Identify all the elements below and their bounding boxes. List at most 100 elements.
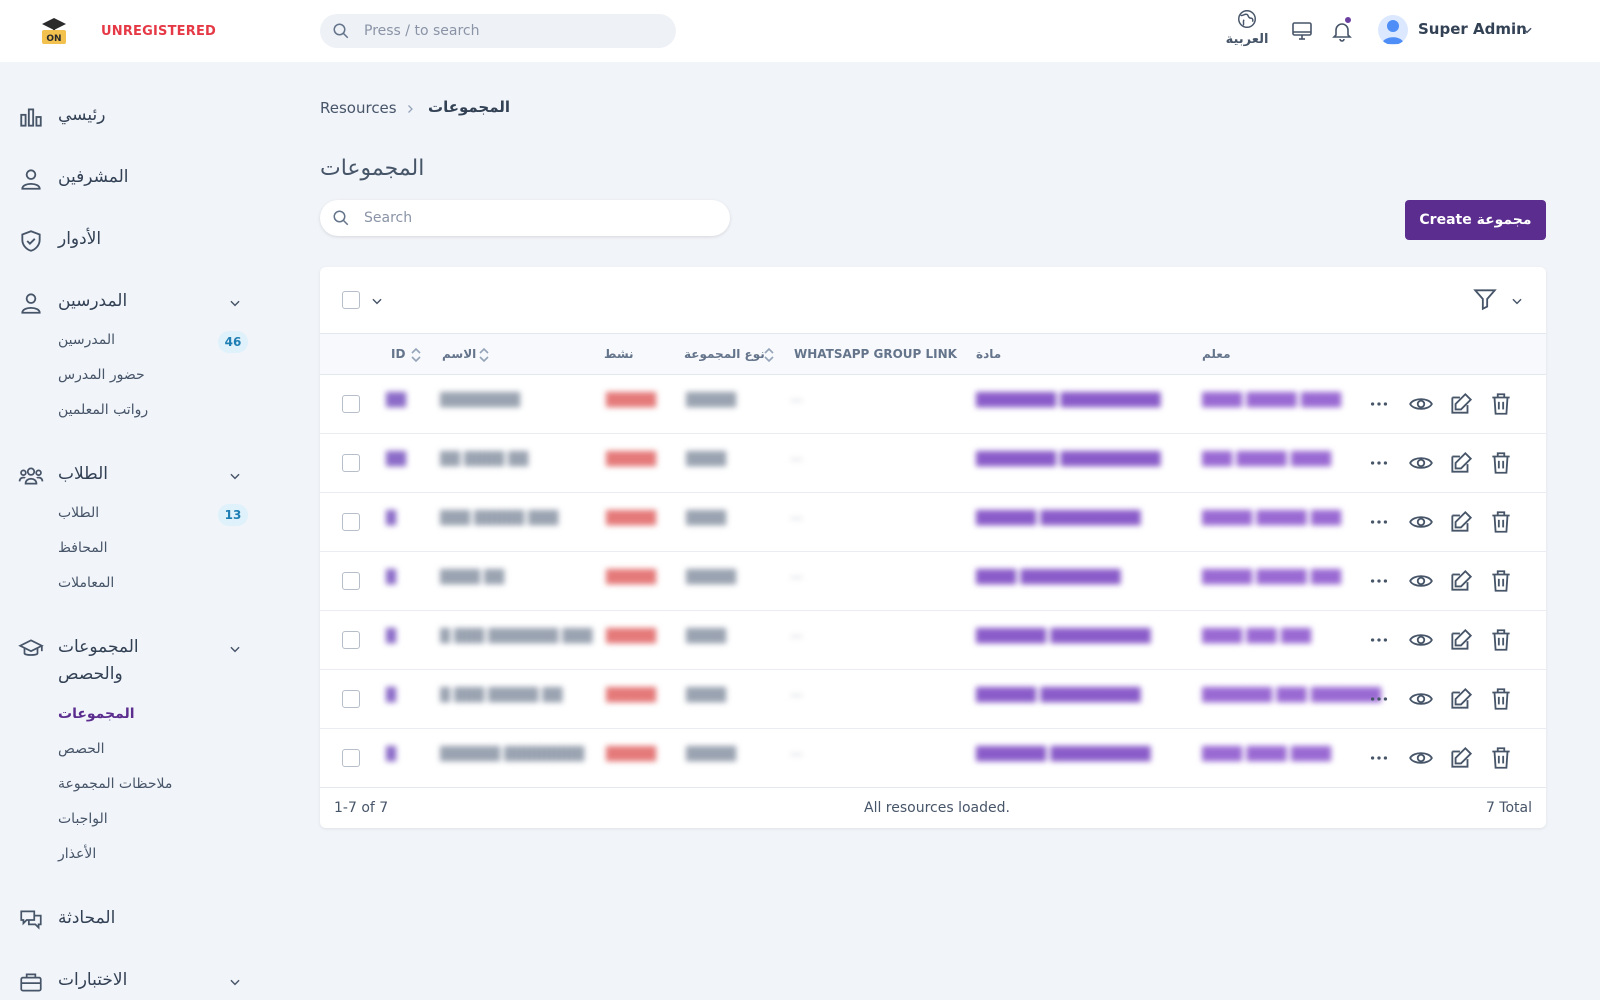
chevron-down-icon (230, 300, 240, 307)
table-row[interactable]: ██ ██ ████ ██ █████ ████ — ████████ █████████… (320, 434, 1546, 493)
sidebar-subitem-excuses[interactable]: الأعذار (58, 846, 96, 862)
edit-icon[interactable] (1448, 509, 1474, 539)
eye-icon[interactable] (1408, 391, 1434, 421)
users-group-icon (18, 467, 44, 485)
select-all-checkbox[interactable] (342, 291, 360, 309)
cell-group-type: █████ (686, 747, 736, 762)
sidebar-group-teachers[interactable]: المدرسين (18, 286, 248, 318)
table-row[interactable]: █ ██████ ████████ █████ █████ — ███████ █████… (320, 729, 1546, 788)
row-checkbox[interactable] (342, 572, 360, 590)
edit-icon[interactable] (1448, 627, 1474, 657)
table-row[interactable]: █ ███ █████ ███ █████ ████ — ██████ █████████… (320, 493, 1546, 552)
trash-icon[interactable] (1488, 745, 1514, 775)
edit-icon[interactable] (1448, 745, 1474, 775)
table-row[interactable]: █ █ ███ █████ ██ █████ ████ — ██████ ████████… (320, 670, 1546, 729)
user-icon (21, 169, 41, 190)
more-icon[interactable] (1368, 745, 1390, 775)
row-checkbox[interactable] (342, 690, 360, 708)
sort-icon[interactable] (763, 346, 775, 364)
cell-name: ███ █████ ███ (440, 511, 559, 526)
trash-icon[interactable] (1488, 627, 1514, 657)
cell-group-type: ████ (686, 452, 726, 467)
column-header-name[interactable]: الاسم (442, 347, 476, 361)
user-name[interactable]: Super Admin (1418, 20, 1527, 38)
eye-icon[interactable] (1408, 568, 1434, 598)
more-icon[interactable] (1368, 627, 1390, 657)
cell-group-type: ████ (686, 688, 726, 703)
sidebar-item-chat[interactable]: المحادثة (18, 903, 248, 935)
language-label: العربية (1225, 32, 1269, 47)
sidebar-subitem-groups[interactable]: المجموعات (58, 706, 135, 722)
eye-icon[interactable] (1408, 450, 1434, 480)
trash-icon[interactable] (1488, 568, 1514, 598)
chevron-down-icon[interactable] (370, 294, 384, 308)
trash-icon[interactable] (1488, 450, 1514, 480)
edit-icon[interactable] (1448, 568, 1474, 598)
monitor-icon[interactable] (1290, 19, 1314, 43)
trash-icon[interactable] (1488, 391, 1514, 421)
sidebar-group-label: الاختبارات (58, 970, 128, 990)
chevron-down-icon[interactable] (1510, 294, 1524, 308)
sidebar-subitem-students[interactable]: الطلاب (58, 505, 99, 521)
resource-search-placeholder: Search (364, 210, 413, 226)
table-row[interactable]: █ █ ███ ███████ ███ █████ ████ — ███████ ████… (320, 611, 1546, 670)
sidebar-subitem-wallets[interactable]: المحافظ (58, 540, 108, 556)
sidebar-subitem-group-notes[interactable]: ملاحظات المجموعة (58, 776, 172, 792)
eye-icon[interactable] (1408, 509, 1434, 539)
logo[interactable]: ON (38, 16, 70, 46)
more-icon[interactable] (1368, 509, 1390, 539)
eye-icon[interactable] (1408, 627, 1434, 657)
chevron-down-icon[interactable] (1520, 23, 1534, 37)
sidebar-subitem-transactions[interactable]: المعاملات (58, 575, 114, 591)
sidebar-group-groups[interactable]: المجموعات والحصص (18, 632, 248, 690)
sort-icon[interactable] (478, 346, 490, 364)
column-header-group-type[interactable]: نوع المجموعة (684, 347, 765, 361)
cell-id: █ (386, 747, 396, 762)
more-icon[interactable] (1368, 568, 1390, 598)
cell-id: ██ (386, 452, 406, 467)
sidebar-subitem-homework[interactable]: الواجبات (58, 811, 108, 827)
row-checkbox[interactable] (342, 631, 360, 649)
eye-icon[interactable] (1408, 686, 1434, 716)
eye-icon[interactable] (1408, 745, 1434, 775)
edit-icon[interactable] (1448, 391, 1474, 421)
trash-icon[interactable] (1488, 509, 1514, 539)
sidebar-item-home[interactable]: رئيسي (18, 100, 248, 132)
filter-icon[interactable] (1472, 286, 1498, 312)
row-checkbox[interactable] (342, 395, 360, 413)
sort-icon[interactable] (410, 346, 422, 364)
sidebar-subitem-teachers[interactable]: المدرسين (58, 332, 115, 348)
sidebar-subitem-sessions[interactable]: الحصص (58, 741, 104, 757)
row-checkbox[interactable] (342, 454, 360, 472)
chat-bubbles-icon (20, 910, 42, 930)
cell-whatsapp: — (790, 629, 803, 644)
trash-icon[interactable] (1488, 686, 1514, 716)
language-switcher[interactable]: العربية (1222, 8, 1272, 54)
more-icon[interactable] (1368, 450, 1390, 480)
resource-search-input[interactable]: Search (320, 200, 730, 236)
sidebar-item-supervisors[interactable]: المشرفين (18, 162, 248, 194)
global-search-input[interactable]: Press / to search (320, 14, 676, 48)
sidebar-subitem-teacher-attendance[interactable]: حضور المدرس (58, 367, 145, 383)
edit-icon[interactable] (1448, 450, 1474, 480)
cell-active: █████ (606, 747, 656, 762)
sidebar-subitem-teacher-salaries[interactable]: رواتب المعلمين (58, 402, 148, 418)
column-header-id[interactable]: ID (391, 347, 405, 361)
chevron-down-icon (230, 979, 240, 986)
row-checkbox[interactable] (342, 513, 360, 531)
avatar[interactable] (1378, 15, 1408, 45)
sidebar-group-students[interactable]: الطلاب (18, 459, 248, 491)
table-header: ID الاسم نشط نوع المجموعة WHATSAPP GROUP… (320, 333, 1546, 375)
column-header-whatsapp: WHATSAPP GROUP LINK (794, 347, 957, 361)
more-icon[interactable] (1368, 686, 1390, 716)
sidebar-item-roles[interactable]: الأدوار (18, 224, 248, 256)
sidebar-group-exams[interactable]: الاختبارات (18, 965, 248, 997)
more-icon[interactable] (1368, 391, 1390, 421)
edit-icon[interactable] (1448, 686, 1474, 716)
table-row[interactable]: ██ ████████ █████ █████ — ████████ ██████████… (320, 375, 1546, 434)
breadcrumb-root[interactable]: Resources (320, 99, 397, 117)
create-group-button[interactable]: Create مجموعة (1405, 200, 1546, 240)
chevron-down-icon (230, 473, 240, 480)
table-row[interactable]: █ ████ ██ █████ █████ — ████ ██████████ █████ … (320, 552, 1546, 611)
row-checkbox[interactable] (342, 749, 360, 767)
